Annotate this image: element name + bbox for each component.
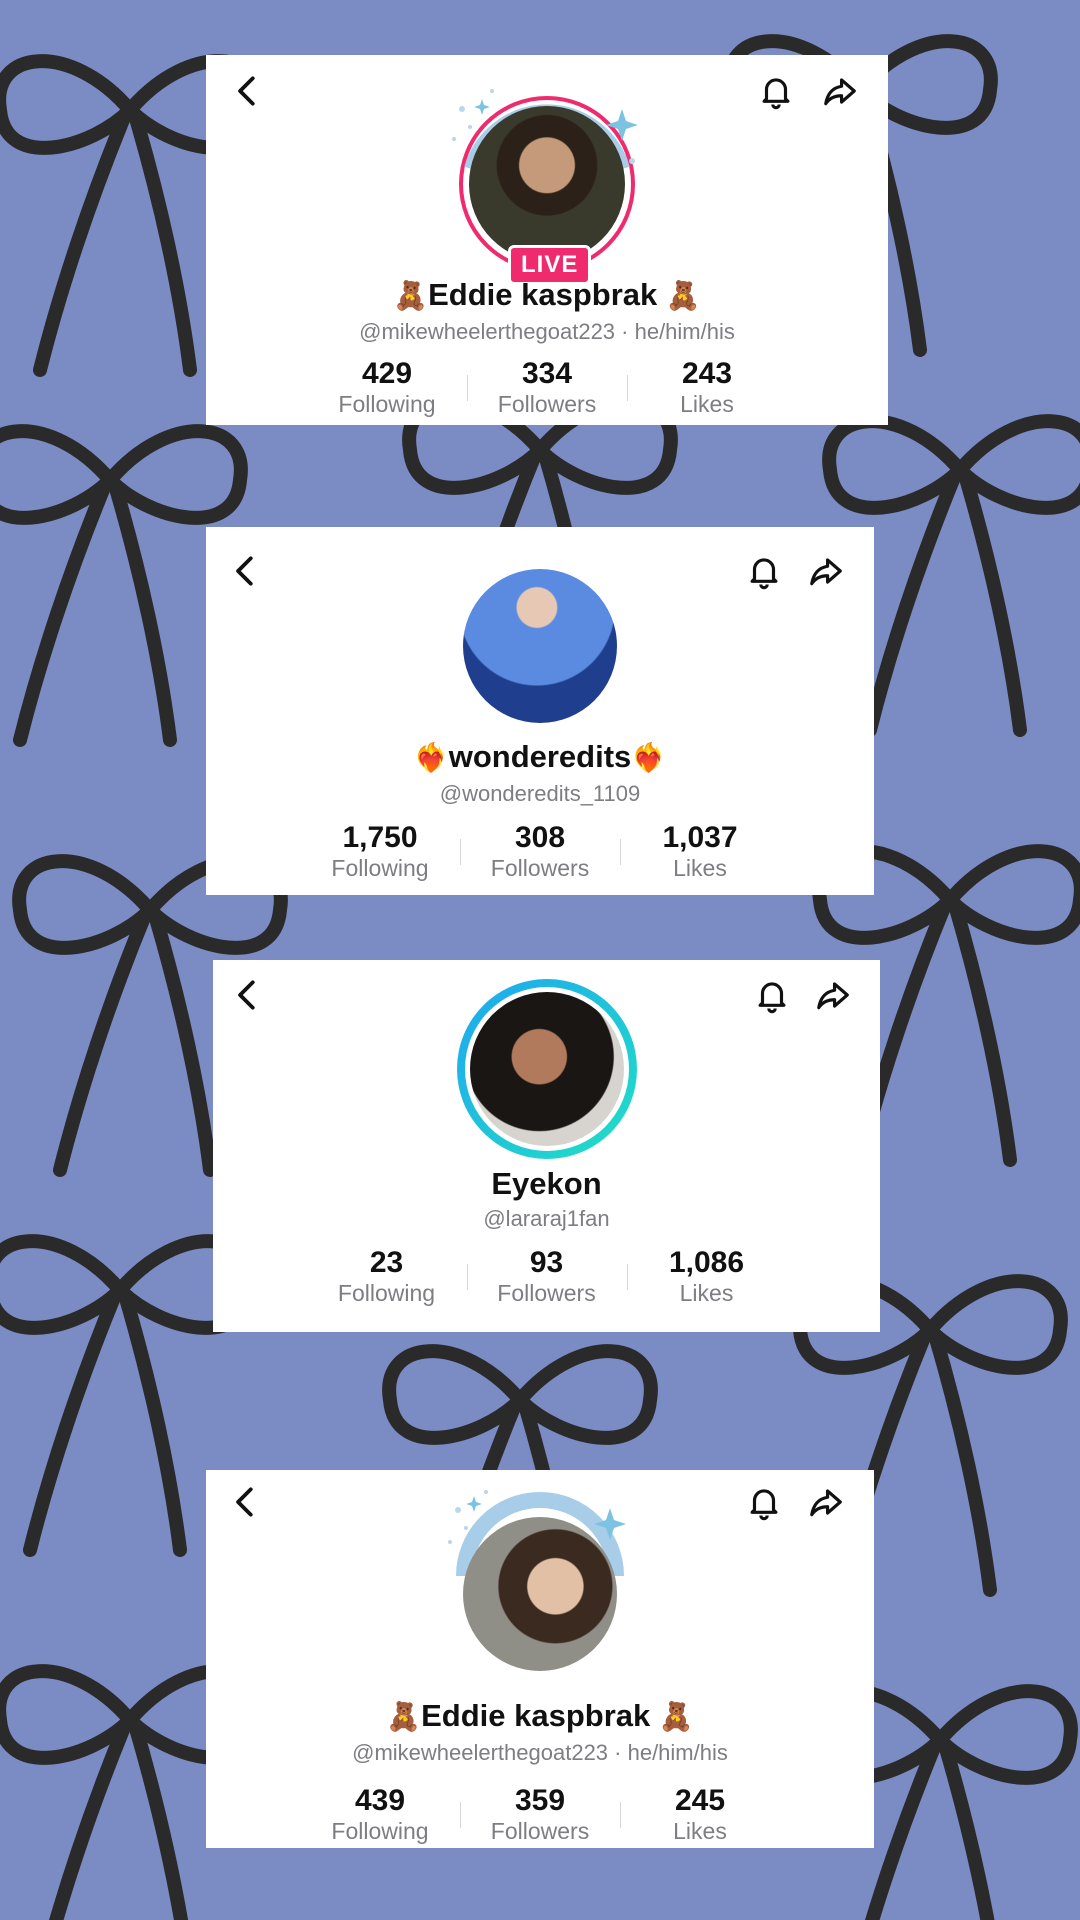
back-arrow-icon[interactable] (226, 1482, 266, 1522)
name-text: Eddie kaspbrak (421, 1698, 651, 1733)
back-arrow-icon[interactable] (228, 71, 268, 111)
display-name: ❤️‍🔥wonderedits❤️‍🔥 (206, 739, 874, 775)
stats-row: 429 Following 334 Followers 243 Likes (206, 357, 888, 417)
stat-value: 439 (354, 1784, 406, 1817)
avatar-frame: LIVE (442, 69, 652, 285)
stat-likes[interactable]: 243 Likes (627, 357, 787, 417)
stat-label: Following (338, 391, 436, 417)
stat-value: 23 (369, 1246, 404, 1279)
stat-value: 429 (361, 357, 413, 390)
stat-following[interactable]: 429 Following (307, 357, 467, 417)
name-text: wonderedits (448, 739, 632, 774)
stat-label: Followers (497, 1280, 596, 1306)
username-handle: @wonderedits_1109 (439, 781, 641, 806)
stat-following[interactable]: 23 Following (307, 1246, 467, 1306)
back-arrow-icon[interactable] (226, 551, 266, 591)
bell-icon[interactable] (744, 551, 784, 591)
profile-card-2: ❤️‍🔥wonderedits❤️‍🔥 @wonderedits_1109 1,… (206, 527, 874, 895)
teddy-bear-emoji: 🧸 (658, 1701, 694, 1732)
stats-row: 439 Following 359 Followers 245 Likes (206, 1784, 874, 1844)
stat-likes[interactable]: 1,086 Likes (626, 1246, 787, 1306)
teddy-bear-emoji: 🧸 (665, 280, 701, 311)
stat-label: Likes (680, 391, 734, 417)
story-ring[interactable] (457, 979, 637, 1159)
stat-followers[interactable]: 334 Followers (467, 357, 627, 417)
stat-label: Likes (673, 855, 727, 881)
teddy-bear-emoji: 🧸 (386, 1701, 422, 1732)
teddy-bear-emoji: 🧸 (393, 280, 429, 311)
stat-value: 243 (681, 357, 733, 390)
profile-card-3: Eyekon @lararaj1fan 23 Following 93 Follow… (213, 960, 880, 1332)
share-icon[interactable] (813, 975, 853, 1015)
share-icon[interactable] (820, 71, 860, 111)
stat-following[interactable]: 1,750 Following (300, 821, 460, 881)
stat-likes[interactable]: 1,037 Likes (620, 821, 780, 881)
username-handle: @mikewheelerthegoat223 · he/him/his (352, 1740, 728, 1765)
share-icon[interactable] (806, 551, 846, 591)
stat-label: Following (331, 855, 429, 881)
stat-label: Likes (679, 1280, 734, 1306)
display-name: Eyekon (491, 1166, 602, 1201)
stat-label: Followers (490, 855, 590, 881)
username-handle: @lararaj1fan (483, 1206, 610, 1231)
stat-value: 359 (514, 1784, 566, 1817)
stat-value: 93 (529, 1246, 564, 1279)
stat-followers[interactable]: 359 Followers (460, 1784, 620, 1844)
bell-icon[interactable] (756, 71, 796, 111)
back-arrow-icon[interactable] (228, 975, 268, 1015)
profile-card-1: LIVE 🧸Eddie kaspbrak 🧸 @mikewheelerthego… (206, 55, 888, 425)
stat-value: 308 (514, 821, 566, 854)
name-text: Eddie kaspbrak (428, 277, 658, 312)
stat-value: 245 (674, 1784, 726, 1817)
stat-label: Followers (490, 1818, 590, 1844)
stat-value: 1,086 (668, 1246, 745, 1279)
avatar[interactable] (465, 987, 629, 1151)
bell-icon[interactable] (744, 1482, 784, 1522)
avatar-frame (440, 1476, 640, 1676)
heart-on-fire-emoji: ❤️‍🔥 (631, 742, 667, 773)
stats-row: 23 Following 93 Followers 1,086 Likes (213, 1246, 880, 1306)
avatar[interactable] (463, 569, 617, 723)
share-icon[interactable] (806, 1482, 846, 1522)
stat-following[interactable]: 439 Following (300, 1784, 460, 1844)
stat-label: Followers (497, 391, 597, 417)
display-name: 🧸Eddie kaspbrak 🧸 (206, 277, 888, 313)
profile-card-4: 🧸Eddie kaspbrak 🧸 @mikewheelerthegoat223… (206, 1470, 874, 1848)
stat-label: Following (337, 1280, 436, 1306)
stat-value: 1,037 (662, 821, 738, 854)
username-handle: @mikewheelerthegoat223 · he/him/his (359, 319, 735, 344)
stat-likes[interactable]: 245 Likes (620, 1784, 780, 1844)
stats-row: 1,750 Following 308 Followers 1,037 Likes (206, 821, 874, 881)
stat-followers[interactable]: 93 Followers (466, 1246, 627, 1306)
avatar[interactable] (469, 106, 625, 262)
heart-on-fire-emoji: ❤️‍🔥 (413, 742, 449, 773)
display-name: 🧸Eddie kaspbrak 🧸 (206, 1698, 874, 1734)
stat-value: 334 (521, 357, 573, 390)
bell-icon[interactable] (752, 975, 792, 1015)
stat-label: Likes (673, 1818, 727, 1844)
stat-label: Following (331, 1818, 429, 1844)
stat-followers[interactable]: 308 Followers (460, 821, 620, 881)
stat-value: 1,750 (342, 821, 418, 854)
avatar[interactable] (463, 1517, 617, 1671)
